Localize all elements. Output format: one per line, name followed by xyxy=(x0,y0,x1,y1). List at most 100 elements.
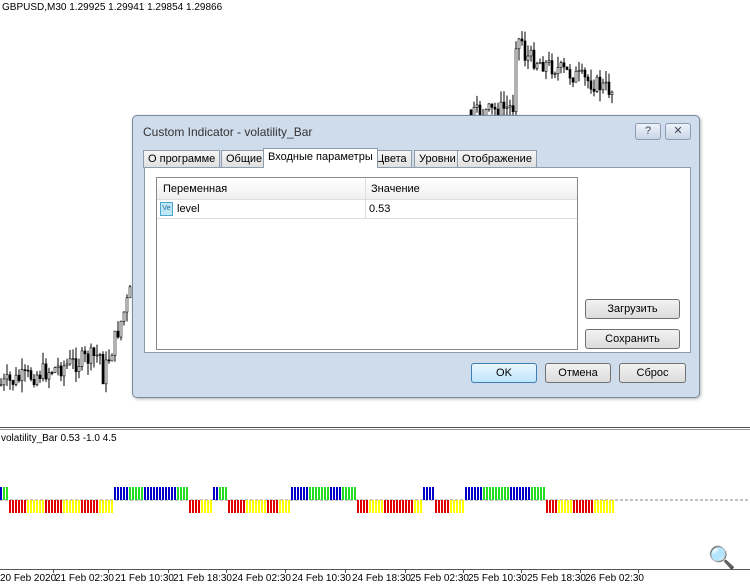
indicator-bar-red xyxy=(447,500,449,513)
indicator-bar-red xyxy=(198,500,200,513)
indicator-bar-yellow xyxy=(30,500,32,513)
candle xyxy=(95,344,99,363)
indicator-bar-blue xyxy=(171,487,173,500)
indicator-bar-red xyxy=(84,500,86,513)
table-row[interactable]: Ve level 0.53 xyxy=(157,200,577,219)
candle xyxy=(535,61,539,71)
candle xyxy=(550,53,554,79)
tab-5[interactable]: Отображение xyxy=(457,150,537,168)
indicator-bar-red xyxy=(273,500,275,513)
candle xyxy=(107,349,111,364)
help-button[interactable]: ? xyxy=(635,123,661,140)
candle xyxy=(20,358,24,393)
indicator-bar-yellow xyxy=(606,500,608,513)
indicator-bar-red xyxy=(60,500,62,513)
indicator-bar-green xyxy=(537,487,539,500)
candle xyxy=(29,367,33,382)
close-button[interactable]: ✕ xyxy=(665,123,691,140)
indicator-bar-blue xyxy=(126,487,128,500)
save-button[interactable]: Сохранить xyxy=(585,329,680,349)
candle xyxy=(101,351,105,385)
candle xyxy=(601,78,605,94)
indicator-bar-blue xyxy=(333,487,335,500)
indicator-bar-red xyxy=(276,500,278,513)
indicator-bar-yellow xyxy=(369,500,371,513)
ok-button[interactable]: OK xyxy=(471,363,537,383)
indicator-bar-yellow xyxy=(372,500,374,513)
indicator-bar-blue xyxy=(429,487,431,500)
indicator-label: volatility_Bar 0.53 -1.0 4.5 xyxy=(1,433,117,444)
reset-button[interactable]: Сброс xyxy=(619,363,686,383)
indicator-bar-green xyxy=(183,487,185,500)
indicator-bar-yellow xyxy=(42,500,44,513)
subwindow-separator[interactable] xyxy=(0,427,750,430)
time-tick xyxy=(285,569,286,573)
indicator-bar-blue xyxy=(120,487,122,500)
indicator-chart[interactable] xyxy=(0,480,750,520)
tab-2[interactable]: Входные параметры xyxy=(263,148,378,168)
indicator-bar-red xyxy=(360,500,362,513)
indicator-bar-red xyxy=(24,500,26,513)
tab-1[interactable]: Общие xyxy=(221,150,268,168)
indicator-bar-red xyxy=(405,500,407,513)
indicator-bar-red xyxy=(48,500,50,513)
candle xyxy=(568,64,572,85)
indicator-bar-yellow xyxy=(246,500,248,513)
indicator-bar-green xyxy=(186,487,188,500)
candle xyxy=(65,358,69,369)
variable-value[interactable]: 0.53 xyxy=(369,203,390,215)
indicator-bar-yellow xyxy=(414,500,416,513)
tab-0[interactable]: О программе xyxy=(143,150,221,168)
indicator-bar-green xyxy=(351,487,353,500)
load-button[interactable]: Загрузить xyxy=(585,299,680,319)
indicator-bar-yellow xyxy=(27,500,29,513)
indicator-bar-yellow xyxy=(378,500,380,513)
candle xyxy=(523,31,527,67)
indicator-bar-yellow xyxy=(63,500,65,513)
indicator-bar-yellow xyxy=(600,500,602,513)
time-tick xyxy=(168,569,169,573)
indicator-bar-blue xyxy=(117,487,119,500)
candle xyxy=(604,71,608,91)
indicator-bar-red xyxy=(549,500,551,513)
indicator-bar-red xyxy=(81,500,83,513)
indicator-bar-green xyxy=(141,487,143,500)
indicator-bar-blue xyxy=(423,487,425,500)
indicator-bar-blue xyxy=(156,487,158,500)
indicator-bar-yellow xyxy=(108,500,110,513)
magnifier-plus-icon[interactable]: 🔍 xyxy=(708,545,735,571)
candle xyxy=(38,370,42,383)
indicator-bar-green xyxy=(321,487,323,500)
candle xyxy=(517,38,521,61)
indicator-bar-red xyxy=(9,500,11,513)
time-label: 21 Feb 18:30 xyxy=(173,573,232,584)
candle xyxy=(32,373,36,388)
time-label: 26 Feb 02:30 xyxy=(585,573,644,584)
candle xyxy=(92,346,96,368)
indicator-bar-green xyxy=(543,487,545,500)
indicator-bar-yellow xyxy=(111,500,113,513)
time-label: 20 Feb 2020 xyxy=(0,573,57,584)
candle xyxy=(508,99,512,116)
indicator-bar-red xyxy=(411,500,413,513)
indicator-bar-green xyxy=(327,487,329,500)
indicator-bar-yellow xyxy=(567,500,569,513)
indicator-bar-yellow xyxy=(105,500,107,513)
column-header-value[interactable]: Значение xyxy=(371,183,420,195)
indicator-bar-red xyxy=(228,500,230,513)
indicator-bar-green xyxy=(507,487,509,500)
tab-4[interactable]: Уровни xyxy=(414,150,461,168)
indicator-bar-blue xyxy=(294,487,296,500)
indicator-bar-blue xyxy=(0,487,2,500)
time-label: 24 Feb 10:30 xyxy=(292,573,351,584)
indicator-bar-yellow xyxy=(249,500,251,513)
candle xyxy=(526,45,530,69)
time-label: 21 Feb 02:30 xyxy=(55,573,114,584)
cancel-button[interactable]: Отмена xyxy=(545,363,611,383)
indicator-bar-blue xyxy=(147,487,149,500)
indicator-bar-yellow xyxy=(609,500,611,513)
indicator-bar-blue xyxy=(513,487,515,500)
column-header-variable[interactable]: Переменная xyxy=(163,183,227,195)
candle xyxy=(520,31,524,46)
indicator-bar-red xyxy=(243,500,245,513)
